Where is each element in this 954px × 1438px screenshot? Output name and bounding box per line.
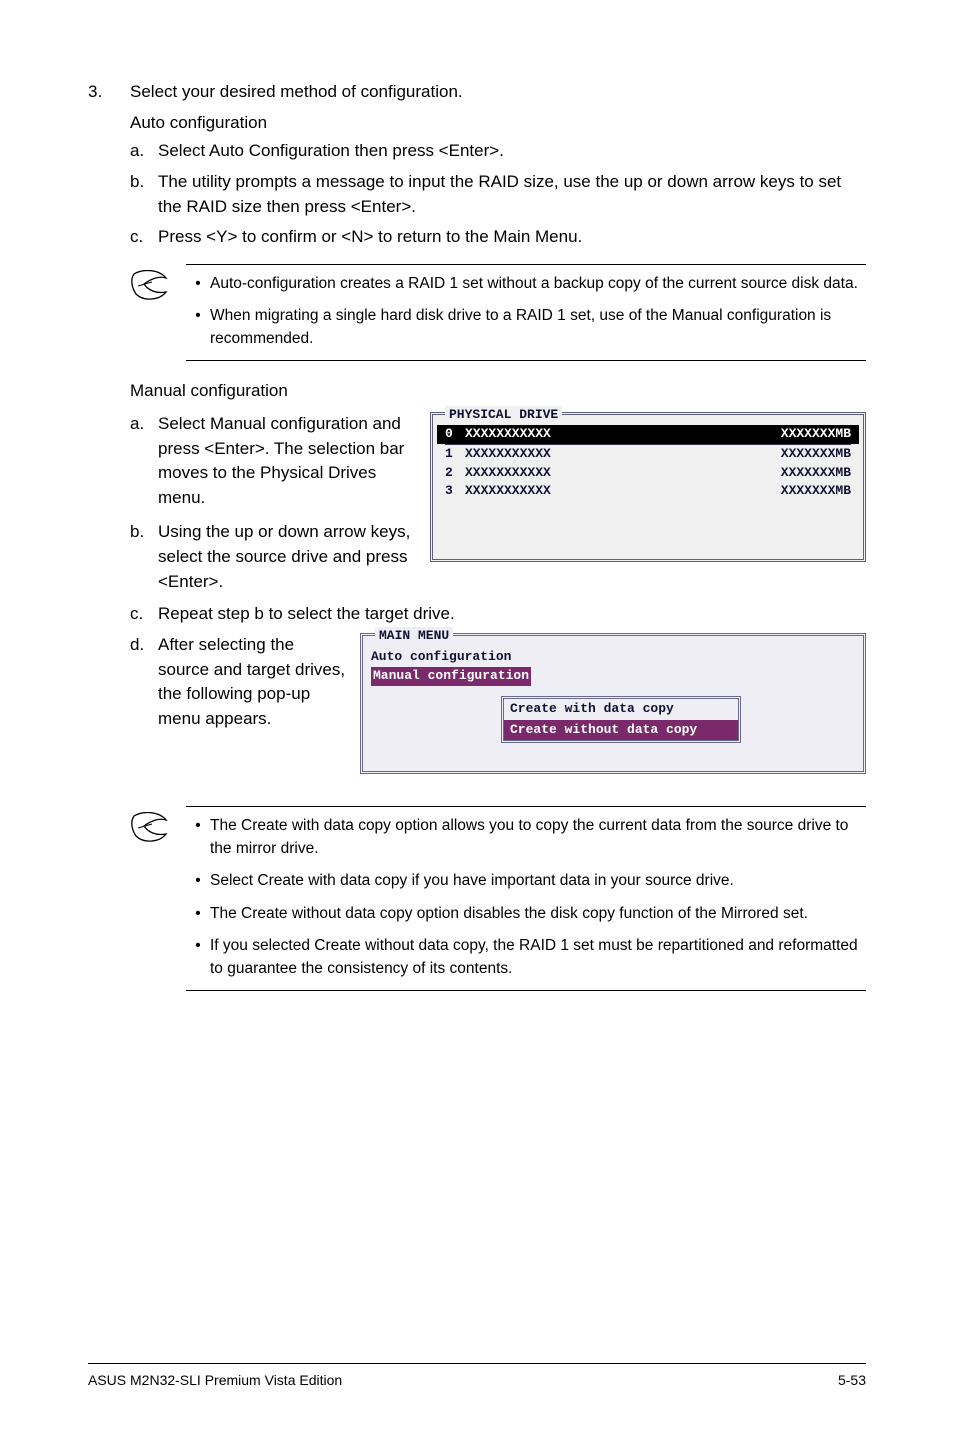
drive-size: XXXXXXXMB [771, 464, 851, 483]
drive-size: XXXXXXXMB [771, 445, 851, 464]
physical-drive-title: PHYSICAL DRIVE [445, 406, 562, 425]
manual-c: c. Repeat step b to select the target dr… [130, 602, 866, 627]
manual-b: b. Using the up or down arrow keys, sele… [130, 520, 418, 594]
manual-d: d. After selecting the source and target… [130, 633, 348, 732]
letter-mc: c. [130, 602, 158, 627]
drive-id: XXXXXXXXXXX [465, 445, 771, 464]
bullet-icon: • [186, 935, 210, 980]
drive-id: XXXXXXXXXXX [465, 425, 771, 444]
note2-item1: The Create with data copy option allows … [210, 815, 866, 860]
bullet-icon: • [186, 815, 210, 860]
step-number: 3. [88, 80, 130, 256]
main-opt-auto: Auto configuration [371, 648, 855, 667]
letter-md: d. [130, 633, 158, 732]
manual-d-text: After selecting the source and target dr… [158, 633, 348, 732]
auto-config-heading: Auto configuration [130, 111, 866, 136]
step-text: Select your desired method of configurat… [130, 80, 866, 105]
bullet-icon: • [186, 305, 210, 350]
main-opt-manual: Manual configuration [371, 667, 531, 686]
drive-id: XXXXXXXXXXX [465, 482, 771, 501]
note-block-2: • The Create with data copy option allow… [130, 806, 866, 991]
letter-b: b. [130, 170, 158, 219]
step-3: 3. Select your desired method of configu… [88, 80, 866, 256]
drive-num: 0 [445, 425, 465, 444]
main-menu-panel: MAIN MENU Auto configuration Manual conf… [360, 633, 866, 774]
note-icon [130, 264, 186, 312]
sub-a-text: Select Auto Configuration then press <En… [158, 139, 866, 164]
letter-a: a. [130, 139, 158, 164]
drive-size: XXXXXXXMB [771, 482, 851, 501]
note2-item4: If you selected Create without data copy… [210, 935, 866, 980]
step-content: Select your desired method of configurat… [130, 80, 866, 256]
manual-a: a. Select Manual configuration and press… [130, 412, 418, 511]
main-menu-title: MAIN MENU [375, 627, 453, 646]
bullet-icon: • [186, 273, 210, 295]
bullet-icon: • [186, 903, 210, 925]
drive-size: XXXXXXXMB [771, 425, 851, 444]
note2-item3: The Create without data copy option disa… [210, 903, 866, 925]
drive-row-0: 0 XXXXXXXXXXX XXXXXXXMB [437, 425, 859, 444]
note-body-2: • The Create with data copy option allow… [186, 806, 866, 991]
drive-id: XXXXXXXXXXX [465, 464, 771, 483]
note1-item2: When migrating a single hard disk drive … [210, 305, 866, 350]
note-icon [130, 806, 186, 854]
drive-row-2: 2 XXXXXXXXXXX XXXXXXXMB [437, 464, 859, 483]
footer-right: 5-53 [838, 1370, 866, 1390]
row-a: a. Select Manual configuration and press… [130, 412, 866, 600]
sub-c-text: Press <Y> to confirm or <N> to return to… [158, 225, 866, 250]
drive-row-3: 3 XXXXXXXXXXX XXXXXXXMB [437, 482, 859, 501]
manual-c-text: Repeat step b to select the target drive… [158, 602, 866, 627]
manual-a-text: Select Manual configuration and press <E… [158, 412, 418, 511]
page-footer: ASUS M2N32-SLI Premium Vista Edition 5-5… [88, 1363, 866, 1390]
sub-c: c. Press <Y> to confirm or <N> to return… [130, 225, 866, 250]
sub-b-text: The utility prompts a message to input t… [158, 170, 866, 219]
letter-mb: b. [130, 520, 158, 594]
letter-ma: a. [130, 412, 158, 511]
note-block-1: • Auto-configuration creates a RAID 1 se… [130, 264, 866, 361]
note1-item1: Auto-configuration creates a RAID 1 set … [210, 273, 866, 295]
sub-a: a. Select Auto Configuration then press … [130, 139, 866, 164]
drive-num: 1 [445, 445, 465, 464]
note2-item2: Select Create with data copy if you have… [210, 870, 866, 892]
row-d: d. After selecting the source and target… [130, 633, 866, 774]
sub-b: b. The utility prompts a message to inpu… [130, 170, 866, 219]
letter-c: c. [130, 225, 158, 250]
physical-drive-panel: PHYSICAL DRIVE 0 XXXXXXXXXXX XXXXXXXMB 1… [430, 412, 866, 562]
manual-b-text: Using the up or down arrow keys, select … [158, 520, 418, 594]
drive-row-1: 1 XXXXXXXXXXX XXXXXXXMB [437, 445, 859, 464]
popup-opt-with-copy: Create with data copy [504, 699, 738, 720]
footer-left: ASUS M2N32-SLI Premium Vista Edition [88, 1370, 342, 1390]
bullet-icon: • [186, 870, 210, 892]
note-body-1: • Auto-configuration creates a RAID 1 se… [186, 264, 866, 361]
drive-num: 2 [445, 464, 465, 483]
popup-menu: Create with data copy Create without dat… [501, 696, 741, 744]
manual-config-heading: Manual configuration [130, 379, 866, 404]
popup-opt-without-copy: Create without data copy [504, 720, 738, 741]
drive-num: 3 [445, 482, 465, 501]
